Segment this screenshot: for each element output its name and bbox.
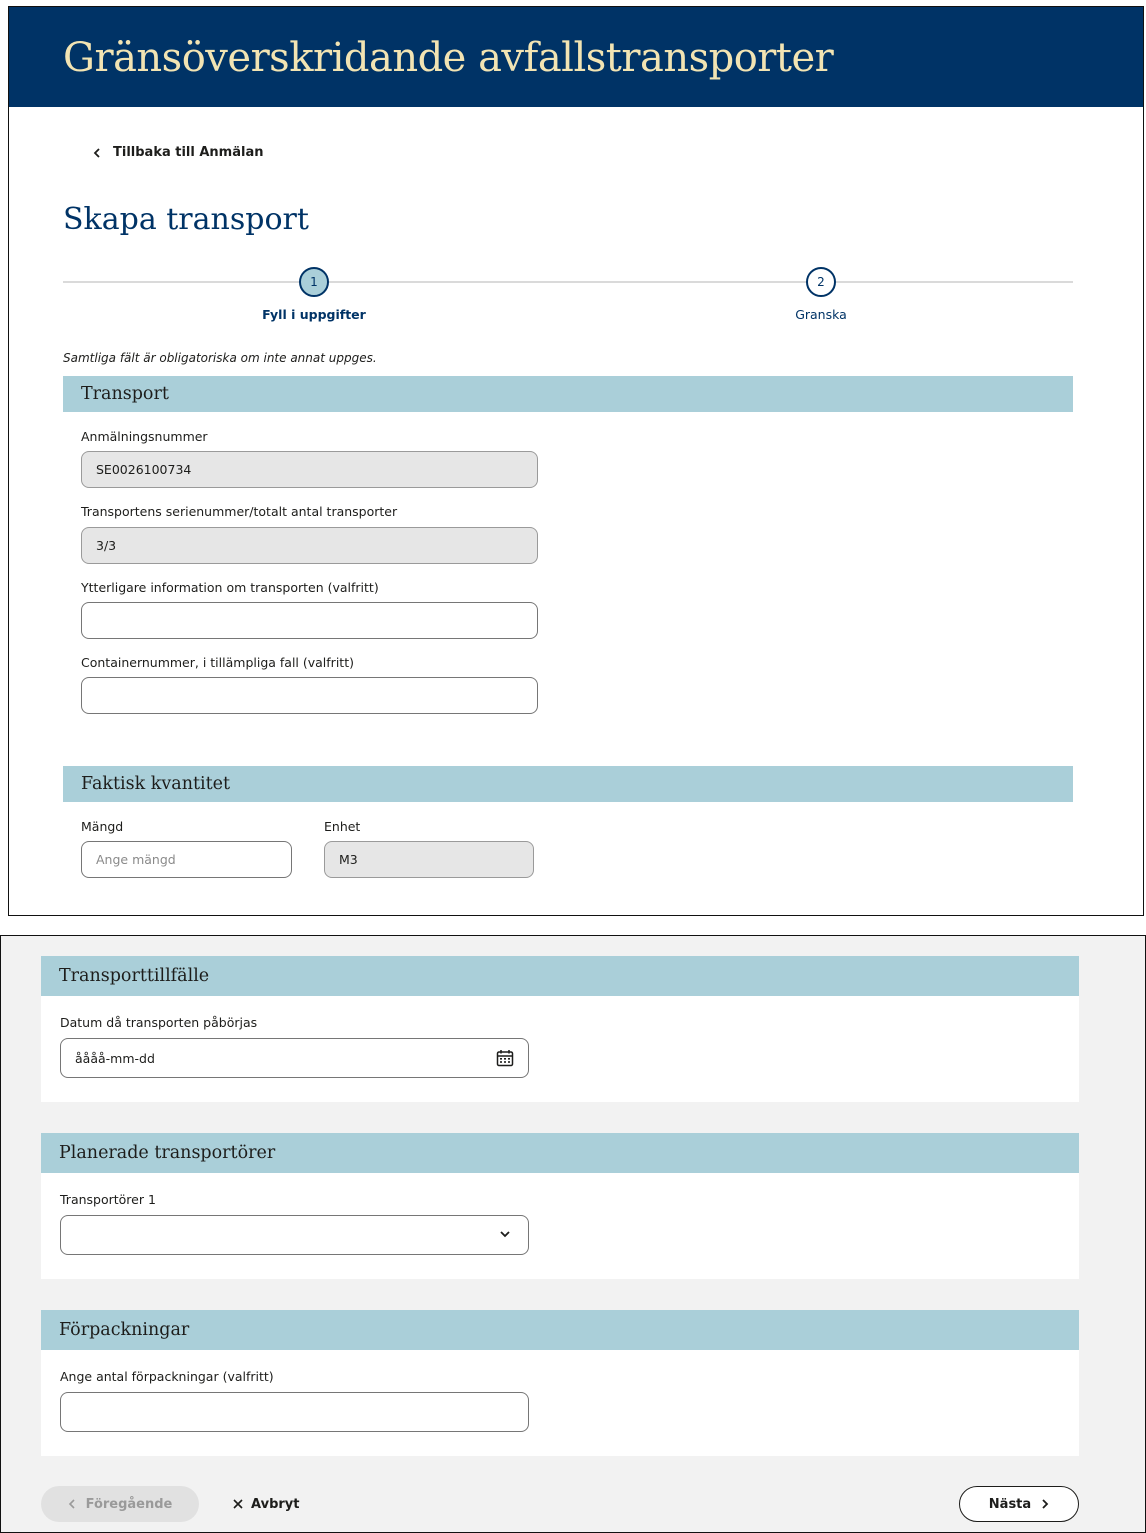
step-2: 2 Granska: [761, 267, 881, 322]
quantity-section: Faktisk kvantitet Mängd Ange mängd Enhet…: [63, 766, 1073, 906]
required-hint: Samtliga fält är obligatoriska om inte a…: [63, 351, 377, 365]
serial-number-field: 3/3: [81, 527, 538, 564]
packaging-section: Förpackningar Ange antal förpackningar (…: [41, 1310, 1079, 1456]
amount-label: Mängd: [81, 819, 124, 834]
site-title: Gränsöverskridande avfallstransporter: [63, 35, 834, 81]
site-header: Gränsöverskridande avfallstransporter: [9, 7, 1143, 107]
packaging-heading: Förpackningar: [41, 1310, 1079, 1350]
start-date-label: Datum då transporten påbörjas: [60, 1015, 258, 1030]
cancel-button-label: Avbryt: [251, 1496, 300, 1512]
notification-number-field: SE0026100734: [81, 451, 538, 488]
planned-carriers-section: Planerade transportörer Transportörer 1: [41, 1133, 1079, 1279]
serial-number-label: Transportens serienummer/totalt antal tr…: [81, 504, 398, 519]
notification-number-label: Anmälningsnummer: [81, 429, 208, 444]
packaging-count-input[interactable]: [60, 1392, 529, 1432]
close-icon: [233, 1499, 243, 1509]
chevron-left-icon: [93, 147, 101, 158]
transport-occasion-section: Transporttillfälle Datum då transporten …: [41, 956, 1079, 1102]
container-number-input[interactable]: [81, 677, 538, 714]
transport-heading: Transport: [63, 376, 1073, 412]
previous-button-label: Föregående: [85, 1496, 173, 1512]
carrier-1-select[interactable]: [60, 1215, 529, 1255]
start-date-value: åååå-mm-dd: [75, 1050, 155, 1066]
previous-button[interactable]: Föregående: [41, 1486, 199, 1522]
transport-occasion-heading: Transporttillfälle: [41, 956, 1079, 996]
additional-info-input[interactable]: [81, 602, 538, 639]
chevron-right-icon: [1041, 1499, 1049, 1509]
step-2-number: 2: [806, 267, 836, 297]
unit-value: M3: [339, 852, 358, 867]
next-button-label: Nästa: [988, 1496, 1032, 1512]
quantity-heading: Faktisk kvantitet: [63, 766, 1073, 802]
screenshot-frame-bottom: Transporttillfälle Datum då transporten …: [0, 935, 1146, 1533]
additional-info-label: Ytterligare information om transporten (…: [81, 580, 379, 595]
serial-number-value: 3/3: [96, 538, 117, 553]
container-number-label: Containernummer, i tillämpliga fall (val…: [81, 655, 354, 670]
step-1-label: Fyll i uppgifter: [262, 307, 366, 322]
stepper-line: [63, 281, 1073, 283]
step-1: 1 Fyll i uppgifter: [254, 267, 374, 322]
planned-carriers-heading: Planerade transportörer: [41, 1133, 1079, 1173]
calendar-icon[interactable]: [496, 1049, 514, 1067]
amount-placeholder: Ange mängd: [96, 852, 176, 867]
unit-label: Enhet: [324, 819, 361, 834]
packaging-count-label: Ange antal förpackningar (valfritt): [60, 1369, 274, 1384]
carrier-1-label: Transportörer 1: [60, 1192, 156, 1207]
step-2-label: Granska: [795, 307, 847, 322]
unit-field: M3: [324, 841, 534, 878]
chevron-left-icon: [68, 1499, 76, 1509]
start-date-input[interactable]: åååå-mm-dd: [60, 1038, 529, 1078]
back-link-label: Tillbaka till Anmälan: [113, 145, 264, 160]
cancel-button[interactable]: Avbryt: [233, 1486, 313, 1522]
back-link[interactable]: Tillbaka till Anmälan: [93, 145, 263, 160]
notification-number-value: SE0026100734: [96, 462, 192, 477]
chevron-down-icon: [500, 1230, 510, 1238]
next-button[interactable]: Nästa: [959, 1486, 1079, 1522]
transport-section: Transport Anmälningsnummer SE0026100734 …: [63, 376, 1073, 738]
screenshot-frame-top: Gränsöverskridande avfallstransporter Ti…: [8, 6, 1144, 916]
progress-stepper: 1 Fyll i uppgifter 2 Granska: [63, 267, 1073, 327]
page-title: Skapa transport: [63, 202, 309, 237]
step-1-number: 1: [299, 267, 329, 297]
amount-input[interactable]: Ange mängd: [81, 841, 292, 878]
